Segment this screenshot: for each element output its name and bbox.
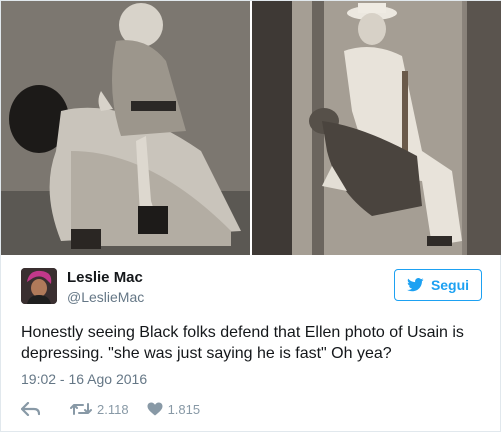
heart-icon xyxy=(147,402,163,416)
tweet-actions: 2.118 1.815 xyxy=(21,399,200,419)
retweet-icon xyxy=(70,403,92,415)
reply-icon xyxy=(21,402,40,416)
retweet-count: 2.118 xyxy=(97,401,129,417)
like-count: 1.815 xyxy=(167,401,201,417)
photo-grid xyxy=(1,1,501,255)
photo-left-illustration xyxy=(1,1,250,255)
twitter-bird-icon xyxy=(406,278,424,292)
like-button[interactable]: 1.815 xyxy=(147,401,201,417)
historical-photo-left[interactable] xyxy=(1,1,250,255)
historical-photo-right[interactable] xyxy=(252,1,501,255)
follow-button[interactable]: Segui xyxy=(394,269,482,301)
avatar[interactable] xyxy=(21,268,57,304)
tweet-card: Leslie Mac @LeslieMac Segui Honestly see… xyxy=(0,0,501,432)
photo-right-illustration xyxy=(252,1,501,255)
avatar-image xyxy=(21,268,57,304)
author-display-name[interactable]: Leslie Mac xyxy=(67,269,143,286)
author-handle[interactable]: @LeslieMac xyxy=(67,289,144,305)
retweet-button[interactable]: 2.118 xyxy=(70,402,129,417)
reply-button[interactable] xyxy=(21,402,40,416)
tweet-timestamp[interactable]: 19:02 - 16 Ago 2016 xyxy=(21,371,147,387)
follow-button-label: Segui xyxy=(430,277,470,293)
tweet-text: Honestly seeing Black folks defend that … xyxy=(21,324,464,362)
